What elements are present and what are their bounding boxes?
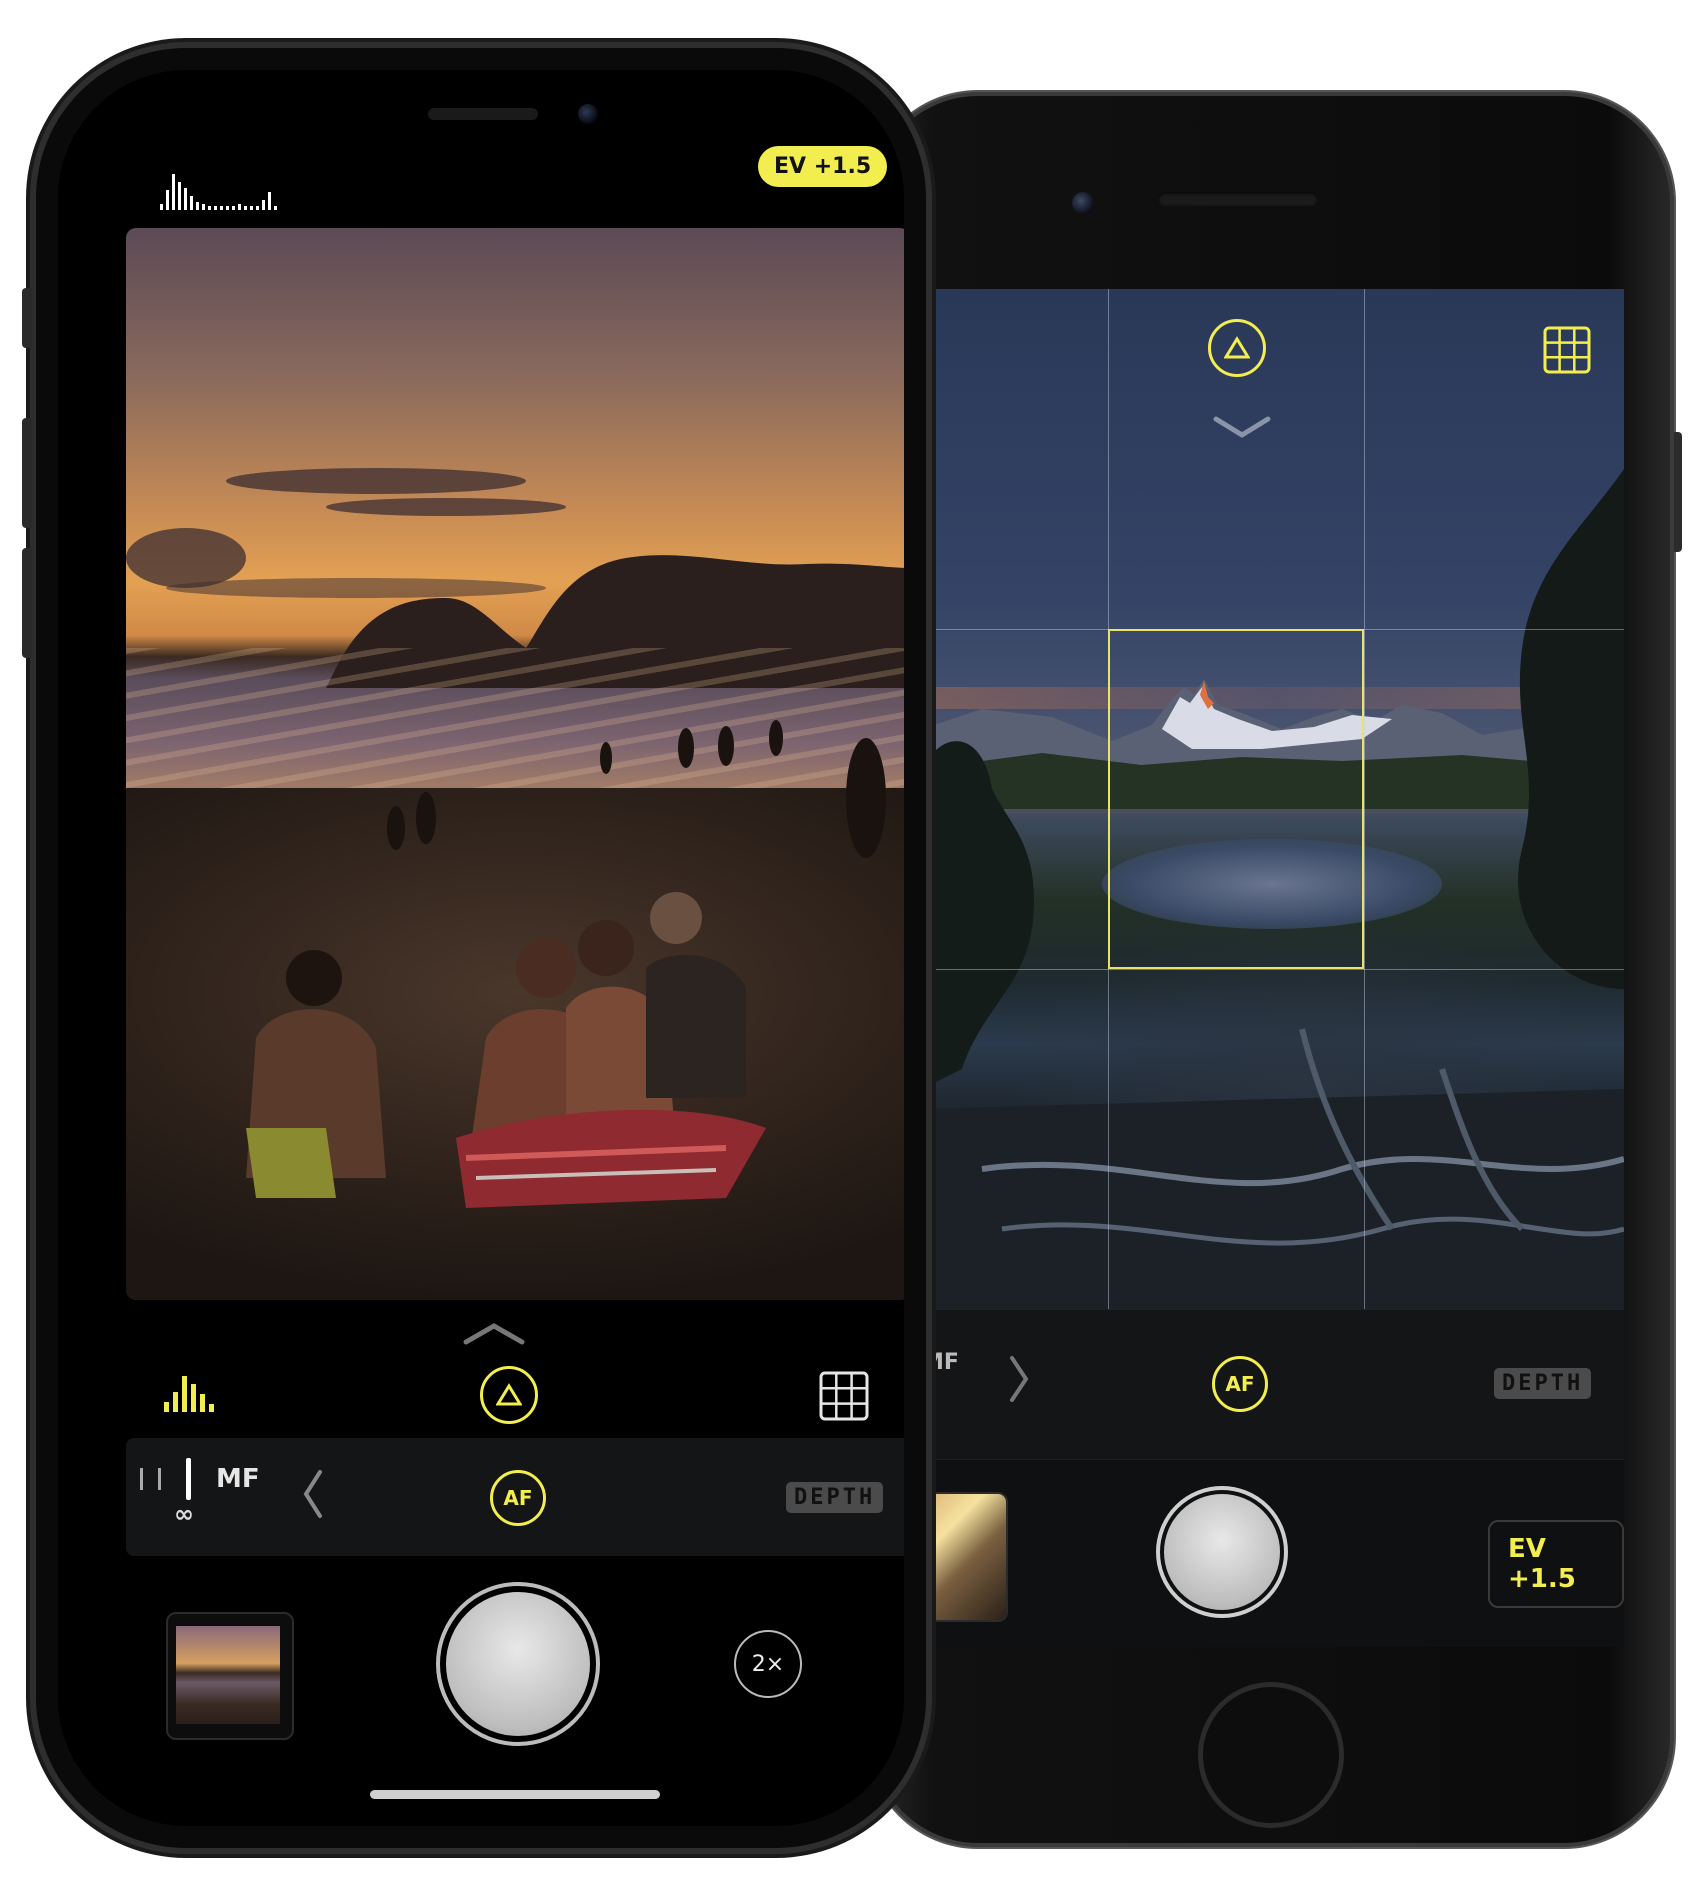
- infinity-symbol: ∞: [174, 1500, 194, 1528]
- af-label: AF: [1225, 1372, 1255, 1396]
- focus-box[interactable]: [1108, 629, 1364, 969]
- exposure-compensation-button[interactable]: EV +1.5: [1488, 1520, 1624, 1608]
- shutter-area: 2×: [126, 1556, 904, 1776]
- exposure-triangle-icon: [1224, 336, 1250, 359]
- left-phone-frame: EV +1.5 ∞ MF AF DEPTH 2×: [22, 48, 926, 1848]
- exposure-compensation-badge[interactable]: EV +1.5: [758, 146, 888, 187]
- chevron-up-icon[interactable]: [462, 1320, 526, 1348]
- cloud: [326, 498, 566, 516]
- last-photo-thumbnail[interactable]: [166, 1612, 294, 1740]
- front-camera: [1072, 192, 1094, 214]
- focus-indicator: [186, 1458, 191, 1500]
- front-camera: [578, 104, 598, 124]
- mute-switch: [22, 288, 32, 348]
- shutter-button[interactable]: [446, 1592, 590, 1736]
- grid-icon[interactable]: [1542, 325, 1592, 375]
- focus-slider[interactable]: ∞: [140, 1456, 220, 1546]
- autofocus-button[interactable]: AF: [490, 1470, 546, 1526]
- shutter-button[interactable]: [1164, 1494, 1280, 1610]
- control-strip: MF AF DEPTH: [922, 1309, 1624, 1460]
- histogram-icon[interactable]: [158, 170, 288, 212]
- focus-tick: [158, 1468, 161, 1490]
- focus-tick: [140, 1468, 143, 1490]
- thumbnail-image: [176, 1626, 280, 1724]
- chevron-left-icon[interactable]: [302, 1468, 324, 1520]
- viewfinder-landscape[interactable]: [922, 289, 1624, 1309]
- control-strip: ∞ MF AF DEPTH: [126, 1438, 904, 1556]
- autofocus-button[interactable]: AF: [1212, 1356, 1268, 1412]
- grid-icon[interactable]: [818, 1370, 870, 1422]
- exposure-triangle-icon: [496, 1383, 522, 1406]
- depth-button[interactable]: DEPTH: [1494, 1368, 1592, 1399]
- cloud: [226, 468, 526, 494]
- chevron-right-icon[interactable]: [1008, 1354, 1030, 1404]
- thumbnail-image: [922, 1494, 1006, 1620]
- right-screen: MF AF DEPTH EV +1.5: [922, 289, 1624, 1647]
- zoom-2x-button[interactable]: 2×: [734, 1630, 802, 1698]
- volume-down-button: [22, 548, 32, 658]
- af-label: AF: [503, 1486, 533, 1510]
- volume-up-button: [22, 418, 32, 528]
- grid-line: [922, 969, 1624, 970]
- side-button: [1674, 432, 1682, 552]
- home-button[interactable]: [1198, 1682, 1344, 1828]
- home-indicator[interactable]: [370, 1790, 660, 1799]
- viewfinder-beach-sunset[interactable]: [126, 228, 904, 1300]
- shutter-area: EV +1.5: [922, 1459, 1624, 1647]
- left-screen: EV +1.5 ∞ MF AF DEPTH 2×: [58, 70, 904, 1826]
- depth-button[interactable]: DEPTH: [786, 1482, 884, 1513]
- earpiece-speaker: [428, 108, 538, 120]
- manual-focus-label[interactable]: MF: [922, 1350, 959, 1375]
- exposure-mode-button[interactable]: [480, 1366, 538, 1424]
- earpiece-speaker: [1158, 192, 1318, 206]
- exposure-mode-button[interactable]: [1208, 319, 1266, 377]
- grid-line: [1364, 289, 1365, 1309]
- beach-people: [246, 720, 886, 1208]
- right-phone-frame: MF AF DEPTH EV +1.5: [868, 92, 1682, 1847]
- chevron-down-icon[interactable]: [1212, 415, 1272, 441]
- manual-focus-label[interactable]: MF: [216, 1464, 260, 1494]
- histogram-icon[interactable]: [162, 1370, 224, 1414]
- last-photo-thumbnail[interactable]: [922, 1492, 1008, 1622]
